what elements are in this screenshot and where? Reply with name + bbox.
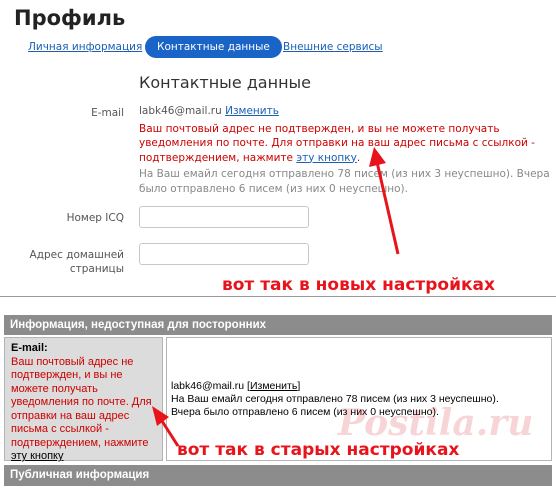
email-unconfirmed-warning: Ваш почтовый адрес не подтвержден, и вы … bbox=[139, 122, 554, 166]
homepage-input[interactable] bbox=[139, 243, 309, 265]
old-email-line: labk46@mail.ru [Изменить] bbox=[171, 380, 551, 393]
homepage-label: Адрес домашней страницы bbox=[29, 249, 124, 275]
tab-external-services[interactable]: Внешние сервисы bbox=[283, 36, 383, 58]
email-label: E-mail bbox=[91, 107, 124, 119]
icq-input[interactable] bbox=[139, 206, 309, 228]
old-email-cell: E-mail: Ваш почтовый адрес не подтвержде… bbox=[4, 337, 163, 464]
email-send-stats: На Ваш емайл сегодня отправлено 78 писем… bbox=[139, 168, 550, 195]
section-title: Контактные данные bbox=[139, 73, 312, 92]
old-change-email-link[interactable]: Изменить bbox=[250, 380, 297, 392]
email-line: labk46@mail.ru Изменить bbox=[139, 104, 554, 119]
old-email-warning: Ваш почтовый адрес не подтвержден, и вы … bbox=[11, 356, 156, 464]
send-confirmation-link[interactable]: эту кнопку bbox=[296, 152, 356, 164]
old-email-label: E-mail: bbox=[11, 342, 48, 354]
old-email-value: labk46@mail.ru bbox=[171, 380, 245, 392]
page-title: Профиль bbox=[14, 6, 126, 30]
annotation-new-settings: вот так в новых настройках bbox=[222, 275, 495, 295]
new-settings-panel: Профиль Личная информация Контактные дан… bbox=[0, 0, 556, 296]
old-send-confirmation-link[interactable]: эту кнопку bbox=[11, 450, 64, 462]
change-email-link[interactable]: Изменить bbox=[225, 105, 279, 117]
old-warning-text: Ваш почтовый адрес не подтвержден, и вы … bbox=[11, 355, 152, 449]
warning-end: . bbox=[356, 151, 361, 164]
old-change-close: ] bbox=[297, 380, 301, 392]
tab-contact-data[interactable]: Контактные данные bbox=[145, 36, 282, 58]
old-settings-panel: Информация, недоступная для посторонних … bbox=[0, 296, 556, 490]
tab-personal-info[interactable]: Личная информация bbox=[28, 36, 142, 58]
public-info-header: Публичная информация bbox=[4, 465, 552, 486]
icq-label: Номер ICQ bbox=[66, 212, 124, 224]
email-value: labk46@mail.ru bbox=[139, 105, 222, 117]
email-block: labk46@mail.ru Изменить Ваш почтовый адр… bbox=[139, 104, 554, 196]
watermark: Postila.ru bbox=[338, 402, 534, 444]
private-info-header: Информация, недоступная для посторонних bbox=[4, 315, 552, 335]
